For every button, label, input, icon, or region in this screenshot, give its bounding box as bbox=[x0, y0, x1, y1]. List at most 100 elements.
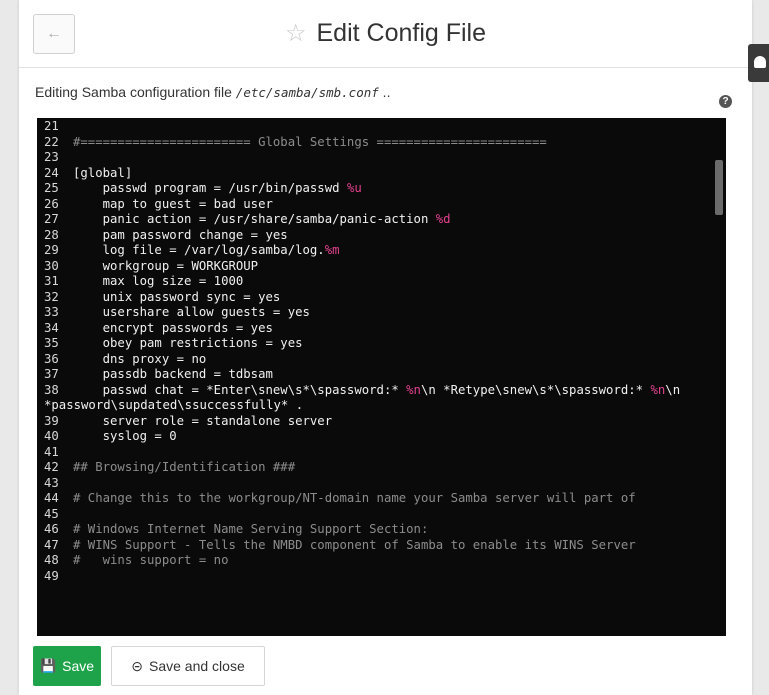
line-number: 38 bbox=[44, 382, 59, 397]
line-number: 39 bbox=[44, 413, 59, 428]
line-number: 46 bbox=[44, 522, 59, 536]
line-text: ## Browsing/Identification ### bbox=[73, 460, 295, 476]
code-token: passwd chat = *Enter\snew\s*\spassword:* bbox=[73, 382, 407, 397]
line-text: # Change this to the workgroup/NT-domain… bbox=[73, 491, 636, 507]
macro-token: %n bbox=[406, 382, 421, 397]
line-number: 22 bbox=[44, 134, 59, 149]
code-line: 24 [global] bbox=[37, 166, 708, 182]
question-icon[interactable]: ? bbox=[719, 95, 732, 108]
code-token: syslog = 0 bbox=[73, 429, 177, 443]
editor-lines: 21 22 #======================= Global Sett… bbox=[37, 119, 708, 584]
code-line: 29 log file = /var/log/samba/log.%m bbox=[37, 243, 708, 259]
config-file-path: /etc/samba/smb.conf bbox=[235, 85, 379, 100]
line-number: 21 bbox=[44, 119, 59, 133]
code-line: 30 workgroup = WORKGROUP bbox=[37, 259, 708, 275]
line-number: 49 bbox=[44, 568, 59, 583]
code-token: usershare allow guests = yes bbox=[73, 305, 310, 319]
scrollbar-thumb[interactable] bbox=[715, 160, 723, 215]
line-text: syslog = 0 bbox=[73, 429, 177, 445]
code-line: 27 panic action = /usr/share/samba/panic… bbox=[37, 212, 708, 228]
code-line: 47 # WINS Support - Tells the NMBD compon… bbox=[37, 538, 708, 554]
macro-token: %d bbox=[435, 212, 451, 226]
macro-token: %u bbox=[346, 181, 362, 195]
line-text: panic action = /usr/share/samba/panic-ac… bbox=[73, 212, 451, 228]
code-token: workgroup = WORKGROUP bbox=[73, 258, 259, 273]
star-icon[interactable]: ☆ bbox=[285, 21, 307, 46]
line-text: *password\supdated\ssuccessfully* . bbox=[37, 398, 303, 414]
save-and-close-label: Save and close bbox=[149, 658, 245, 674]
code-token: map to guest = bad user bbox=[73, 196, 273, 211]
line-text: passwd chat = *Enter\snew\s*\spassword:*… bbox=[73, 382, 681, 399]
edit-config-panel: ← ☆ Edit Config File Editing Samba confi… bbox=[19, 0, 752, 695]
line-text: #======================= Global Settings… bbox=[73, 135, 547, 151]
code-line: 43 bbox=[37, 476, 708, 492]
line-number: 42 bbox=[44, 460, 59, 474]
editor-scrollbar[interactable] bbox=[708, 118, 726, 636]
line-number: 34 bbox=[44, 320, 59, 335]
notification-tab[interactable] bbox=[748, 44, 769, 82]
line-number: 41 bbox=[44, 444, 59, 459]
line-number: 40 bbox=[44, 429, 59, 443]
line-text: workgroup = WORKGROUP bbox=[73, 259, 258, 275]
line-number: 45 bbox=[44, 506, 59, 521]
save-label: Save bbox=[62, 658, 95, 674]
line-text: dns proxy = no bbox=[73, 352, 207, 368]
line-number: 32 bbox=[44, 289, 59, 304]
code-line: 48 # wins support = no bbox=[37, 553, 708, 569]
code-token: [global] bbox=[73, 165, 133, 180]
line-number: 48 bbox=[44, 553, 59, 567]
code-line: 33 usershare allow guests = yes bbox=[37, 305, 708, 321]
line-text: usershare allow guests = yes bbox=[73, 305, 310, 321]
line-number: 28 bbox=[44, 227, 59, 242]
code-line: 38 passwd chat = *Enter\snew\s*\spasswor… bbox=[37, 383, 708, 399]
save-button[interactable]: 💾 Save bbox=[33, 646, 101, 686]
description-prefix: Editing Samba configuration file bbox=[35, 84, 236, 100]
description-suffix: .. bbox=[378, 84, 391, 100]
code-line: 39 server role = standalone server bbox=[37, 414, 708, 430]
line-number: 36 bbox=[44, 351, 59, 366]
line-number: 27 bbox=[44, 212, 59, 226]
code-line: 40 syslog = 0 bbox=[37, 429, 708, 445]
code-line: 36 dns proxy = no bbox=[37, 352, 708, 368]
code-line: 45 bbox=[37, 507, 708, 523]
code-line: 28 pam password change = yes bbox=[37, 228, 708, 244]
line-text: # WINS Support - Tells the NMBD componen… bbox=[73, 538, 636, 554]
line-text: # wins support = no bbox=[73, 553, 228, 569]
line-number: 30 bbox=[44, 258, 59, 273]
line-text: unix password sync = yes bbox=[73, 290, 281, 306]
code-line: 22 #======================= Global Settin… bbox=[37, 135, 708, 151]
code-line: 41 bbox=[37, 445, 708, 461]
code-line: *password\supdated\ssuccessfully* . bbox=[37, 398, 708, 414]
code-token: # WINS Support - Tells the NMBD componen… bbox=[73, 537, 636, 552]
code-line: 21 bbox=[37, 119, 708, 135]
code-token: panic action = /usr/share/samba/panic-ac… bbox=[73, 212, 436, 226]
line-number: 24 bbox=[44, 165, 59, 180]
code-token: obey pam restrictions = yes bbox=[73, 336, 303, 350]
line-number: 37 bbox=[44, 367, 59, 381]
code-token: log file = /var/log/samba/log. bbox=[73, 243, 325, 257]
editing-description: Editing Samba configuration file /etc/sa… bbox=[35, 84, 390, 100]
save-and-close-button[interactable]: ⊝ Save and close bbox=[111, 646, 265, 686]
line-number: 25 bbox=[44, 181, 59, 195]
code-line: 44 # Change this to the workgroup/NT-doma… bbox=[37, 491, 708, 507]
line-text: map to guest = bad user bbox=[73, 197, 273, 213]
line-number: 35 bbox=[44, 336, 59, 350]
code-line: 23 bbox=[37, 150, 708, 166]
code-editor[interactable]: 21 22 #======================= Global Sett… bbox=[37, 118, 726, 636]
code-token: *password\supdated\ssuccessfully* . bbox=[44, 398, 304, 412]
page-title: Edit Config File bbox=[316, 19, 487, 47]
code-token: \n bbox=[665, 382, 681, 397]
line-number: 33 bbox=[44, 305, 59, 319]
code-line: 37 passdb backend = tdbsam bbox=[37, 367, 708, 383]
line-text: log file = /var/log/samba/log.%m bbox=[73, 243, 340, 259]
code-token: #======================= Global Settings… bbox=[73, 134, 547, 149]
line-text: max log size = 1000 bbox=[73, 274, 244, 290]
line-number: 23 bbox=[44, 150, 59, 164]
floppy-disk-icon: 💾 bbox=[39, 658, 57, 673]
code-token: passwd program = /usr/bin/passwd bbox=[73, 181, 347, 195]
line-number: 43 bbox=[44, 475, 59, 490]
code-token: encrypt passwords = yes bbox=[73, 320, 273, 335]
line-number: 26 bbox=[44, 196, 59, 211]
macro-token: %n bbox=[650, 382, 666, 397]
line-number: 44 bbox=[44, 491, 59, 505]
